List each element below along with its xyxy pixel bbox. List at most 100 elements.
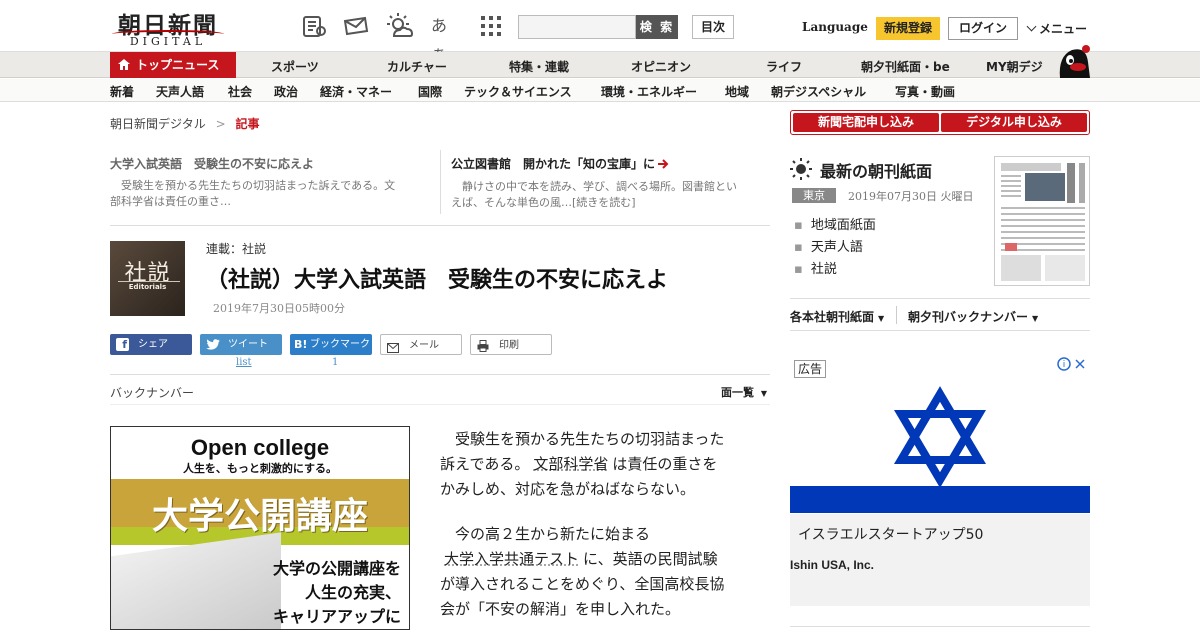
index-button[interactable]: 目次: [692, 15, 734, 39]
link-editorial[interactable]: ▪ 社説: [794, 258, 837, 277]
ad-right-headline[interactable]: イスラエルスタートアップ50: [798, 524, 983, 544]
keyword-link-mext[interactable]: 文部科学省: [533, 455, 608, 473]
newspaper-icon[interactable]: [300, 12, 328, 40]
p2-line-3: が導入されることをめぐり、全国高校長協: [440, 575, 725, 593]
thumb-sub: Editorials: [128, 283, 167, 291]
facebook-share-label: シェア: [138, 339, 168, 350]
backnumber-dropdown-label: 朝夕刊バックナンバー: [908, 310, 1029, 324]
link-regional-paper[interactable]: ▪ 地域面紙面: [794, 214, 876, 233]
subnav-economy[interactable]: 経済・マネー: [320, 83, 392, 100]
subnav-politics[interactable]: 政治: [274, 83, 298, 100]
digital-subscribe-button[interactable]: デジタル申し込み: [941, 113, 1087, 132]
page-list-dropdown[interactable]: 面一覧 ▼: [721, 384, 767, 400]
teaser-prev[interactable]: 大学入試英語 受験生の不安に応えよ 受験生を預かる先生たちの切羽詰まった訴えであ…: [110, 155, 430, 210]
mascot-icon[interactable]: [1056, 44, 1092, 78]
tweet-count[interactable]: list: [236, 357, 252, 368]
ad-paper-image: [111, 532, 281, 629]
teaser-prev-title[interactable]: 大学入試英語 受験生の不安に応えよ: [110, 155, 430, 172]
bookmark-count[interactable]: 1: [332, 357, 338, 368]
hatena-icon: B!: [294, 338, 308, 351]
weather-icon[interactable]: [386, 12, 414, 40]
mail-button[interactable]: メール: [380, 334, 462, 355]
ad-right-sponsor: Ishin USA, Inc.: [790, 558, 875, 572]
keyword-link-common-test[interactable]: 大学入学共通テスト: [444, 550, 579, 568]
hatena-label: ブックマーク: [310, 339, 370, 350]
israel-startup-ad[interactable]: 広告 i イスラエルスタートアップ50 Ishin USA, Inc.: [790, 356, 1090, 606]
ad-big-text: 大学公開講座: [151, 495, 368, 537]
nav-life[interactable]: ライフ: [766, 58, 802, 75]
subnav-region[interactable]: 地域: [725, 83, 749, 100]
nav-features[interactable]: 特集・連載: [509, 58, 569, 75]
nav-culture[interactable]: カルチャー: [387, 58, 447, 75]
login-button[interactable]: ログイン: [948, 17, 1018, 40]
print-label: 印刷: [499, 340, 519, 351]
twitter-bird-icon: [206, 338, 220, 359]
logo-digital: DIGITAL: [129, 35, 207, 48]
grid-menu-icon[interactable]: [477, 12, 505, 40]
ad-choices-icon[interactable]: i: [1056, 356, 1088, 372]
article-paragraph-1: 受験生を預かる先生たちの切羽詰まった 訴えである。 文部科学省 は責任の重さを かみ…: [440, 427, 750, 502]
teaser-next[interactable]: 公立図書館 開かれた「知の宝庫」に 静けさの中で本を読み、学び、調べる場所。図書…: [451, 155, 771, 211]
bullet: ▪: [794, 262, 803, 277]
link-tensei-jingo[interactable]: ▪ 天声人語: [794, 236, 863, 255]
subnav-society[interactable]: 社会: [228, 83, 252, 100]
ad-tagline: 人生を、もっと刺激的にする。: [182, 462, 338, 475]
language-link[interactable]: Language: [802, 20, 868, 34]
regional-morning-dropdown[interactable]: 各本社朝刊紙面 ▼: [790, 308, 884, 325]
series-label[interactable]: 連載：社説: [206, 240, 266, 257]
nav-opinion[interactable]: オピニオン: [631, 58, 691, 75]
print-icon: [477, 339, 489, 360]
p1-line-3: かみしめ、対応を急がねばならない。: [440, 480, 696, 498]
facebook-share-button[interactable]: f シェア: [110, 334, 192, 355]
svg-text:i: i: [1063, 360, 1066, 370]
article-date: 2019年7月30日05時00分: [213, 302, 345, 315]
nav-top-news[interactable]: トップニュース: [110, 52, 236, 78]
p1-line-2: 訴えである。 文部科学省 は責任の重さを: [440, 455, 718, 473]
bullet: ▪: [794, 218, 803, 233]
home-delivery-button[interactable]: 新聞宅配申し込み: [793, 113, 939, 132]
asahi-logo[interactable]: 朝日新聞 DIGITAL: [110, 6, 230, 48]
chevron-down-icon: [1026, 21, 1037, 32]
breadcrumb: 朝日新聞デジタル > 記事: [110, 115, 260, 132]
teaser-next-title[interactable]: 公立図書館 開かれた「知の宝庫」に: [451, 155, 771, 173]
p1-line-1: 受験生を預かる先生たちの切羽詰まった: [440, 430, 725, 448]
font-size-toggle[interactable]: あぁ: [431, 12, 459, 63]
paper-front-page-thumbnail[interactable]: [994, 156, 1090, 286]
search-input[interactable]: [518, 15, 636, 39]
subnav-tensei[interactable]: 天声人語: [156, 83, 204, 100]
subnav-international[interactable]: 国際: [418, 83, 442, 100]
paper-date: 2019年07月30日 火曜日: [848, 190, 974, 203]
separator: [896, 306, 897, 324]
nav-paper[interactable]: 朝夕刊紙面・be: [861, 58, 950, 75]
menu-button[interactable]: メニュー: [1026, 20, 1087, 37]
tweet-button[interactable]: ツイート: [200, 334, 282, 355]
open-college-ad[interactable]: Open college 人生を、もっと刺激的にする。 大学公開講座 大学の公開…: [110, 426, 410, 630]
divider: [110, 225, 770, 226]
search-button[interactable]: 検 索: [636, 15, 678, 39]
register-button[interactable]: 新規登録: [876, 17, 940, 40]
breadcrumb-home[interactable]: 朝日新聞デジタル: [110, 117, 206, 131]
facebook-icon: f: [116, 338, 129, 351]
hatena-bookmark-button[interactable]: B! ブックマーク: [290, 334, 372, 355]
print-button[interactable]: 印刷: [470, 334, 552, 355]
p2-line-2: 大学入学共通テスト に、英語の民間試験: [444, 550, 718, 568]
teaser-next-body-2: えば、そんな単色の風…[続きを読む]: [451, 196, 636, 209]
subnav-photo[interactable]: 写真・動画: [895, 83, 955, 100]
subnav-tech[interactable]: テック＆サイエンス: [464, 83, 572, 100]
bullet: ▪: [794, 240, 803, 255]
nav-my-asadigi[interactable]: MY朝デジ: [986, 58, 1043, 75]
divider: [790, 330, 1090, 331]
mail-ticket-icon[interactable]: [342, 12, 370, 40]
subnav-environment[interactable]: 環境・エネルギー: [601, 83, 697, 100]
latest-paper-title[interactable]: 最新の朝刊紙面: [820, 158, 932, 182]
home-icon: [118, 53, 130, 79]
region-badge: 東京: [792, 188, 836, 203]
backnumber-dropdown[interactable]: 朝夕刊バックナンバー ▼: [908, 308, 1038, 325]
nav-top-label: トップニュース: [136, 58, 220, 72]
triangle-down-icon: ▼: [760, 389, 767, 398]
nav-sports[interactable]: スポーツ: [271, 58, 319, 75]
article-title: （社説）大学入試英語 受験生の不安に応えよ: [206, 268, 669, 293]
subnav-new[interactable]: 新着: [110, 83, 134, 100]
ad-label: 広告: [794, 360, 826, 378]
subnav-special[interactable]: 朝デジスペシャル: [771, 83, 866, 100]
